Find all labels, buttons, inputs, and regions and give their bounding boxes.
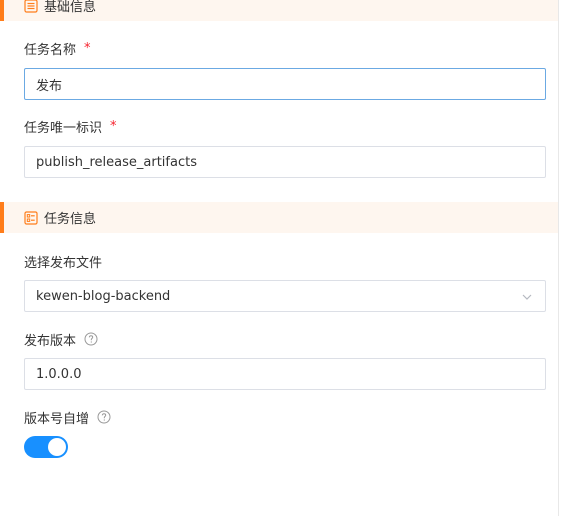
task-name-value: 发布	[36, 78, 63, 94]
chevron-down-icon	[521, 291, 533, 303]
section-header-task: 任务信息	[0, 202, 558, 233]
required-mark: *	[84, 40, 91, 56]
task-id-label-text: 任务唯一标识	[24, 120, 103, 136]
auto-increment-switch[interactable]	[24, 436, 68, 458]
switch-knob	[48, 438, 66, 456]
checklist-icon	[24, 210, 38, 225]
publish-version-value: 1.0.0.0	[36, 366, 82, 382]
task-id-input[interactable]: publish_release_artifacts	[24, 146, 546, 178]
publish-file-select[interactable]: kewen-blog-backend	[24, 280, 546, 312]
publish-file-label: 选择发布文件	[24, 252, 103, 271]
task-id-value: publish_release_artifacts	[36, 154, 197, 170]
task-id-label: 任务唯一标识 *	[24, 117, 117, 136]
panel-divider	[558, 0, 559, 516]
publish-version-label-text: 发布版本	[24, 333, 77, 349]
section-accent-bar	[0, 202, 4, 233]
question-circle-icon[interactable]	[97, 410, 111, 424]
required-mark: *	[110, 118, 117, 134]
task-name-label-text: 任务名称	[24, 42, 77, 58]
auto-increment-label: 版本号自增	[24, 408, 111, 427]
task-form: 基础信息 任务名称 * 发布 任务唯一标识 * publish_release_…	[0, 0, 561, 516]
task-name-input[interactable]: 发布	[24, 68, 546, 100]
publish-version-input[interactable]: 1.0.0.0	[24, 358, 546, 390]
auto-increment-label-text: 版本号自增	[24, 411, 90, 427]
section-header-basic: 基础信息	[0, 0, 558, 21]
list-document-icon	[24, 0, 38, 13]
question-circle-icon[interactable]	[84, 332, 98, 346]
task-name-label: 任务名称 *	[24, 39, 91, 58]
section-accent-bar	[0, 0, 4, 21]
section-title-basic: 基础信息	[44, 0, 97, 15]
publish-file-value: kewen-blog-backend	[36, 288, 171, 304]
publish-file-label-text: 选择发布文件	[24, 255, 103, 271]
publish-version-label: 发布版本	[24, 330, 98, 349]
section-title-task: 任务信息	[44, 212, 97, 227]
